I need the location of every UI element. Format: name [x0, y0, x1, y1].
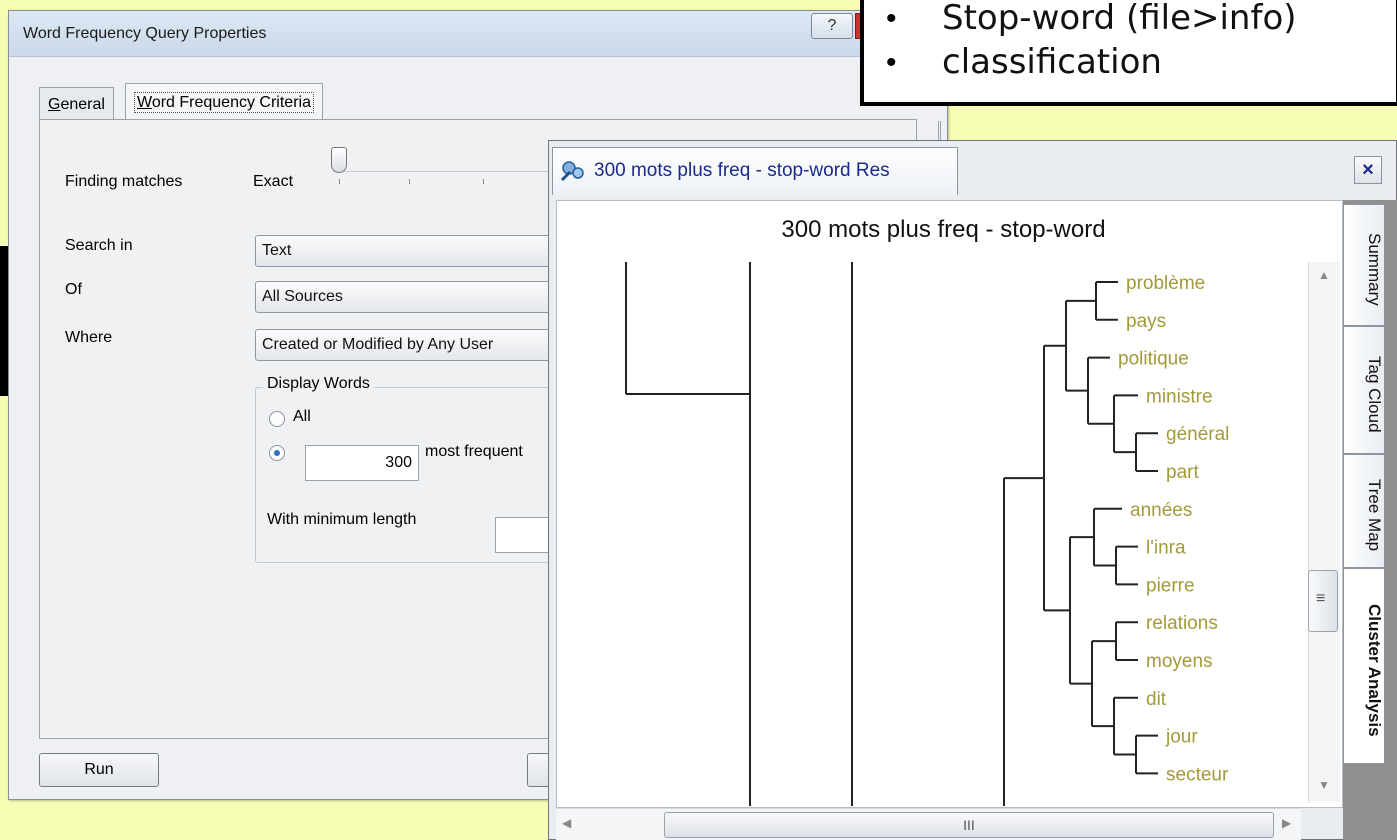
- slider-tick: [339, 179, 340, 184]
- tab-general[interactable]: General: [39, 87, 114, 123]
- notes-box: • Stop-word (file>info) • classification: [860, 0, 1397, 106]
- scroll-left-arrow-icon[interactable]: ◀: [562, 816, 571, 830]
- dendrogram-leaf-label: pierre: [1146, 575, 1195, 596]
- tab-general-label: eneral: [60, 96, 105, 113]
- slider-tick: [483, 179, 484, 184]
- search-in-select[interactable]: Text: [255, 235, 565, 267]
- tab-criteria-accel: W: [137, 94, 152, 111]
- results-tab-title: 300 mots plus freq - stop-word Res: [594, 160, 890, 181]
- horizontal-scroll-thumb[interactable]: III: [664, 812, 1274, 838]
- bullet-icon: •: [886, 46, 897, 79]
- where-label: Where: [65, 329, 113, 346]
- dendrogram-leaf-label: secteur: [1166, 764, 1229, 785]
- dendrogram-leaf-label: relations: [1146, 613, 1218, 634]
- radio-most-frequent[interactable]: [269, 445, 285, 461]
- of-select[interactable]: All Sources: [255, 281, 565, 313]
- scroll-right-arrow-icon[interactable]: ▶: [1282, 816, 1291, 830]
- scroll-up-arrow-icon[interactable]: ▲: [1318, 268, 1330, 282]
- dialog-title: Word Frequency Query Properties: [23, 25, 267, 42]
- tab-word-frequency-criteria[interactable]: Word Frequency Criteria: [125, 83, 323, 123]
- dendrogram-leaf-label: pays: [1126, 311, 1166, 332]
- dendrogram-leaf-label: jour: [1165, 727, 1198, 748]
- where-select[interactable]: Created or Modified by Any User: [255, 329, 565, 361]
- tab-criteria-label: ord Frequency Criteria: [151, 94, 311, 111]
- results-close-button[interactable]: ×: [1354, 156, 1382, 184]
- match-slider-thumb[interactable]: [331, 147, 347, 173]
- finding-matches-value: Exact: [253, 173, 294, 190]
- dendrogram: problème pays politique ministre général part…: [625, 262, 1229, 806]
- side-tab-summary[interactable]: Summary: [1343, 204, 1385, 326]
- help-button[interactable]: ?: [811, 13, 853, 39]
- note-item-1: Stop-word (file>info): [942, 0, 1297, 38]
- side-tab-tag-cloud[interactable]: Tag Cloud: [1343, 326, 1385, 454]
- vertical-scrollbar[interactable]: [1308, 262, 1340, 802]
- most-frequent-count-input[interactable]: 300: [305, 445, 419, 481]
- cluster-query-icon: [560, 161, 584, 182]
- run-button[interactable]: Run: [39, 753, 159, 787]
- of-label: Of: [65, 281, 82, 298]
- bullet-icon: •: [886, 2, 897, 35]
- dendrogram-leaf-label: l'inra: [1146, 538, 1186, 559]
- tab-general-accel: G: [48, 96, 61, 113]
- dendrogram-leaf-label: part: [1166, 462, 1199, 483]
- dendrogram-leaf-label: années: [1130, 500, 1192, 521]
- note-item-2: classification: [942, 42, 1162, 82]
- dendrogram-leaf-label: problème: [1126, 273, 1205, 294]
- radio-all-label: All: [293, 408, 311, 425]
- radio-all[interactable]: [269, 411, 285, 427]
- dendrogram-leaf-label: politique: [1118, 349, 1189, 370]
- slider-tick: [409, 179, 410, 184]
- min-length-label: With minimum length: [267, 511, 417, 528]
- dendrogram-leaf-label: général: [1166, 424, 1229, 445]
- match-slider-track[interactable]: [333, 171, 563, 172]
- side-tab-cluster-analysis[interactable]: Cluster Analysis: [1343, 568, 1385, 764]
- dialog-titlebar: Word Frequency Query Properties ?: [9, 11, 947, 57]
- search-in-label: Search in: [65, 237, 133, 254]
- dendrogram-leaf-label: moyens: [1146, 651, 1213, 672]
- dendrogram-leaf-label: ministre: [1146, 386, 1213, 407]
- vertical-grip-icon: ≡: [1316, 590, 1326, 607]
- scroll-down-arrow-icon[interactable]: ▼: [1318, 778, 1330, 792]
- finding-matches-label: Finding matches: [65, 173, 183, 190]
- dendrogram-leaf-label: dit: [1146, 689, 1167, 710]
- most-frequent-label: most frequent: [425, 443, 523, 460]
- display-words-label: Display Words: [263, 375, 374, 393]
- side-tab-tree-map[interactable]: Tree Map: [1343, 454, 1385, 568]
